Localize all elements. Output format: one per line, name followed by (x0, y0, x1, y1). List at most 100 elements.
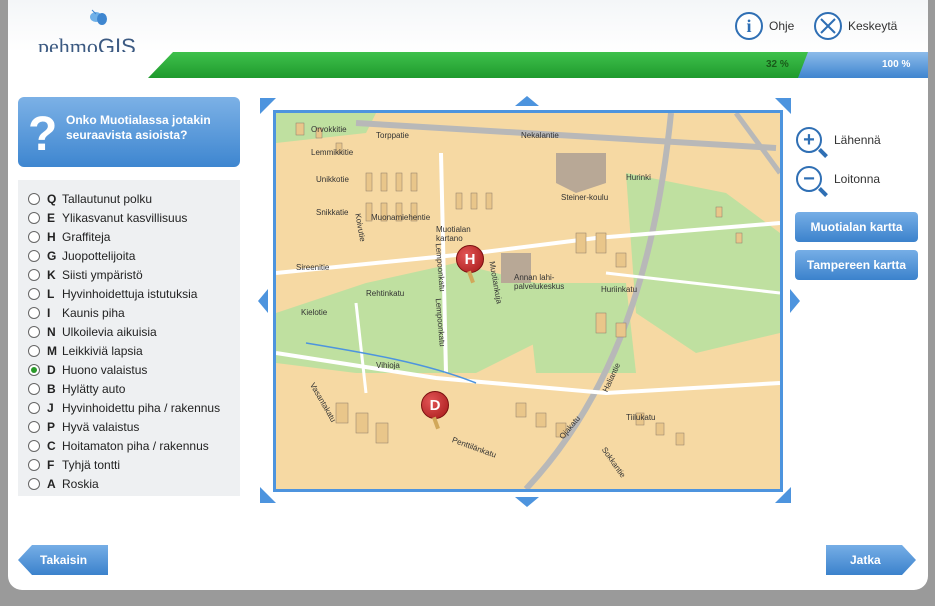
street-label: Sireenitie (296, 263, 330, 272)
option-key: F (47, 457, 55, 472)
pan-down-arrow-icon[interactable] (515, 497, 539, 507)
map-marker-h[interactable]: H (456, 245, 484, 273)
pan-down-right-arrow-icon[interactable] (775, 487, 791, 503)
option-key: J (47, 400, 54, 415)
option-radio[interactable] (28, 439, 40, 452)
zoom-out-label: Loitonna (834, 172, 881, 186)
option-item[interactable]: P Hyvä valaistus (28, 417, 139, 436)
map-marker-d[interactable]: D (421, 391, 449, 419)
option-key: A (47, 476, 56, 491)
option-key: E (47, 210, 56, 225)
option-key: C (47, 438, 56, 453)
option-key: P (47, 419, 56, 434)
option-label: Hyvinhoidettuja istutuksia (62, 286, 198, 301)
option-label: Hyvinhoidettu piha / rakennus (62, 400, 221, 415)
help-label: Ohje (769, 19, 795, 33)
street-label: Muotialan kartano (436, 225, 471, 243)
option-item[interactable]: N Ulkoilevia aikuisia (28, 322, 157, 341)
marker-letter: H (464, 250, 476, 268)
street-label: Vihioja (376, 361, 400, 370)
option-item[interactable]: I Kaunis piha (28, 303, 125, 322)
pan-down-left-arrow-icon[interactable] (260, 487, 276, 503)
option-key: L (47, 286, 55, 301)
pan-up-left-arrow-icon[interactable] (260, 98, 276, 114)
option-label: Leikkiviä lapsia (62, 343, 143, 358)
pan-left-arrow-icon[interactable] (258, 289, 268, 313)
muotiala-map-button[interactable]: Muotialan kartta (795, 212, 918, 242)
option-key: N (47, 324, 56, 339)
next-label: Jatka (850, 553, 881, 567)
option-label: Ulkoilevia aikuisia (62, 324, 157, 339)
option-label: Juopottelijoita (62, 248, 136, 263)
option-radio[interactable] (28, 477, 40, 490)
zoom-in-icon: + (796, 127, 828, 158)
option-item[interactable]: E Ylikasvanut kasvillisuus (28, 208, 187, 227)
back-label: Takaisin (40, 553, 88, 567)
map-view[interactable]: H D Nekalantie Orvokkitie Lemmikkitie To… (273, 110, 783, 492)
option-item[interactable]: J Hyvinhoidettu piha / rakennus (28, 398, 220, 417)
option-key: I (47, 305, 51, 320)
option-radio[interactable] (28, 401, 40, 414)
option-radio[interactable] (28, 344, 40, 357)
progress-total-label: 100 % (882, 59, 911, 70)
info-icon: i (735, 12, 763, 40)
pan-up-right-arrow-icon[interactable] (775, 98, 791, 114)
option-label: Kaunis piha (62, 305, 125, 320)
option-item[interactable]: F Tyhjä tontti (28, 455, 120, 474)
option-item[interactable]: D Huono valaistus (28, 360, 147, 379)
option-radio[interactable] (28, 192, 40, 205)
zoom-out-button[interactable]: − Loitonna (796, 166, 881, 197)
street-label: Nekalantie (521, 131, 559, 140)
option-label: Hylätty auto (62, 381, 126, 396)
option-label: Hoitamaton piha / rakennus (62, 438, 209, 453)
pan-up-arrow-icon[interactable] (515, 96, 539, 106)
option-item[interactable]: Q Tallautunut polku (28, 189, 152, 208)
option-radio[interactable] (28, 420, 40, 433)
option-item[interactable]: B Hylätty auto (28, 379, 125, 398)
progress-current-label: 32 % (766, 59, 789, 70)
option-radio[interactable] (28, 211, 40, 224)
option-key: H (47, 229, 56, 244)
street-label: Muonamiehentie (371, 213, 431, 222)
option-radio[interactable] (28, 306, 40, 319)
option-key: D (47, 362, 56, 377)
option-radio[interactable] (28, 458, 40, 471)
header: pehmoGIS i Ohje Keskeytä (8, 0, 928, 59)
option-item[interactable]: C Hoitamaton piha / rakennus (28, 436, 209, 455)
option-item[interactable]: L Hyvinhoidettuja istutuksia (28, 284, 197, 303)
street-label: Unikkotie (316, 175, 349, 184)
option-item[interactable]: M Leikkiviä lapsia (28, 341, 143, 360)
back-button[interactable]: Takaisin (18, 545, 108, 575)
street-label: Hurinki (626, 173, 651, 182)
option-item[interactable]: G Juopottelijoita (28, 246, 135, 265)
option-radio[interactable] (28, 382, 40, 395)
help-button[interactable]: i Ohje (735, 11, 794, 41)
street-label: Rehtinkatu (366, 289, 405, 298)
option-radio[interactable] (28, 230, 40, 243)
street-label: Annan lahi-palvelukeskus (514, 273, 565, 291)
question-box: ? Onko Muotialassa jotakin seuraavista a… (18, 97, 240, 167)
option-item[interactable]: A Roskia (28, 474, 99, 493)
tampere-map-button[interactable]: Tampereen kartta (795, 250, 918, 280)
next-button[interactable]: Jatka (826, 545, 916, 575)
option-key: K (47, 267, 56, 282)
app-frame: pehmoGIS i Ohje Keskeytä 32 % 100 % ? On… (8, 0, 928, 590)
option-radio[interactable] (28, 325, 40, 338)
option-item[interactable]: H Graffiteja (28, 227, 110, 246)
option-label: Graffiteja (62, 229, 111, 244)
option-label: Tallautunut polku (62, 191, 153, 206)
option-radio[interactable] (28, 268, 40, 281)
option-key: B (47, 381, 56, 396)
cancel-button[interactable]: Keskeytä (814, 11, 897, 41)
street-label: Lemmikkitie (311, 148, 354, 157)
option-item[interactable]: K Siisti ympäristö (28, 265, 143, 284)
street-label: Tiilukatu (626, 413, 656, 422)
pan-right-arrow-icon[interactable] (790, 289, 800, 313)
option-radio[interactable] (28, 249, 40, 262)
option-label: Siisti ympäristö (62, 267, 143, 282)
zoom-out-icon: − (796, 166, 828, 197)
option-radio[interactable] (28, 287, 40, 300)
option-label: Huono valaistus (62, 362, 148, 377)
option-radio[interactable] (28, 363, 40, 376)
zoom-in-button[interactable]: + Lähennä (796, 127, 881, 158)
